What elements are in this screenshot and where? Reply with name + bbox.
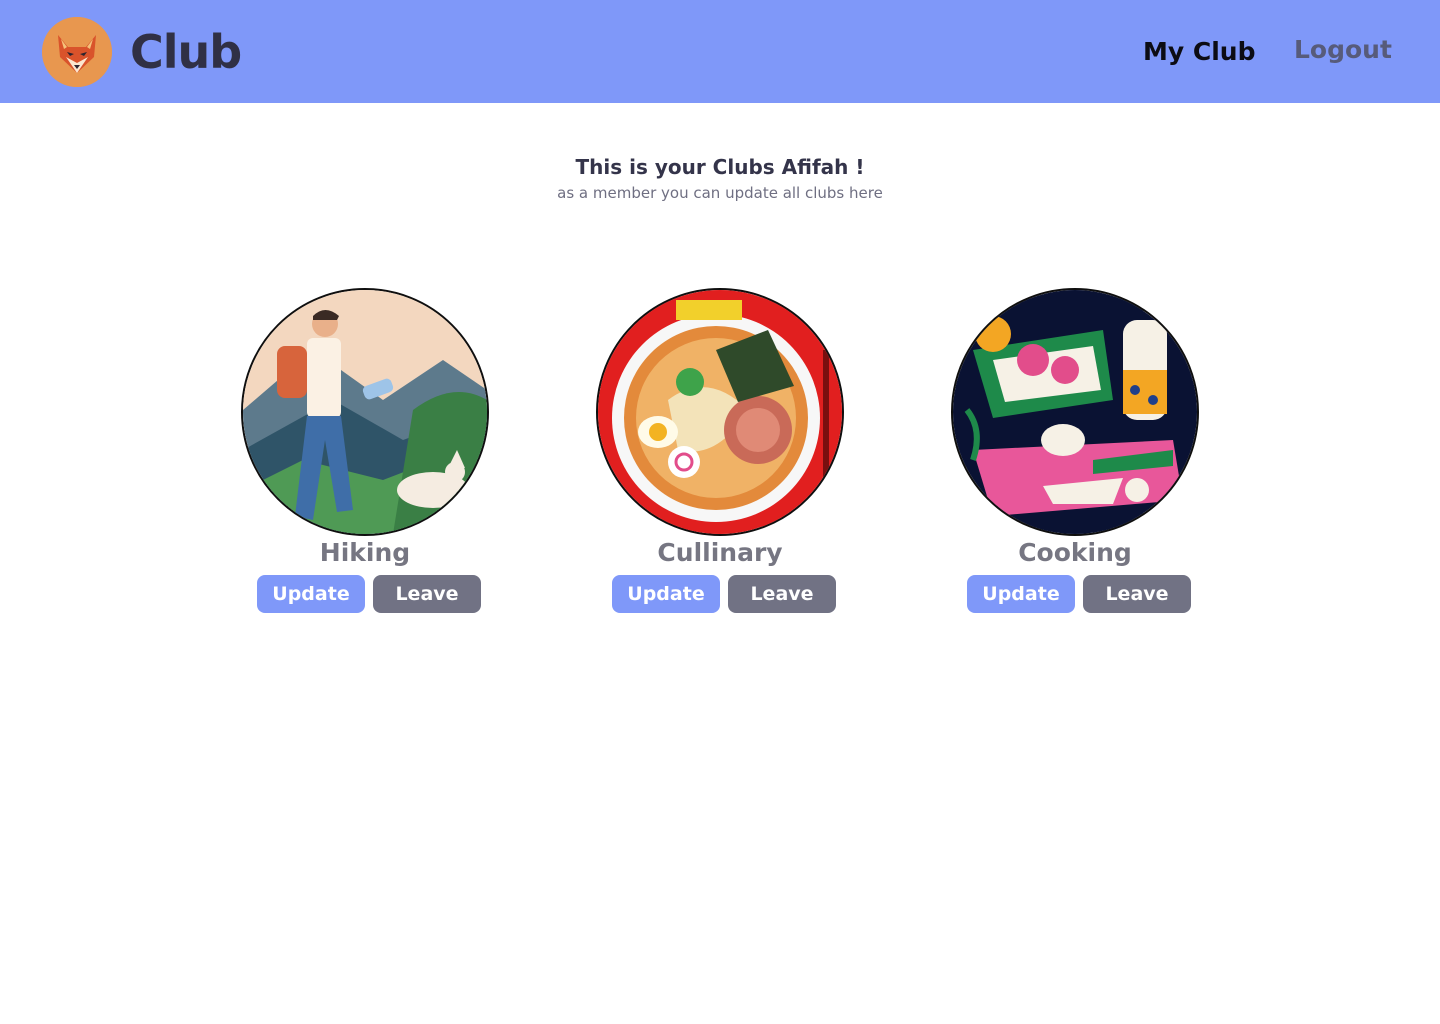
page-subtitle: as a member you can update all clubs her… — [557, 184, 883, 202]
club-name: Hiking — [319, 538, 411, 567]
hiking-illustration — [241, 288, 489, 536]
leave-button[interactable]: Leave — [1083, 575, 1191, 613]
nav-my-club-link[interactable]: My Club — [1143, 32, 1256, 72]
leave-button[interactable]: Leave — [373, 575, 481, 613]
update-button[interactable]: Update — [967, 575, 1075, 613]
navbar: Club My Club Logout — [0, 0, 1440, 103]
nav-logout-link[interactable]: Logout — [1294, 30, 1392, 70]
leave-button[interactable]: Leave — [728, 575, 836, 613]
update-button[interactable]: Update — [257, 575, 365, 613]
club-name: Cullinary — [657, 538, 783, 567]
club-name: Cooking — [1018, 538, 1132, 567]
ramen-bowl-illustration — [596, 288, 844, 536]
club-card-cullinary: Cullinary Update Leave — [596, 288, 844, 618]
page-title: This is your Clubs Afifah ! — [575, 155, 865, 179]
club-card-cooking: Cooking Update Leave — [951, 288, 1199, 618]
brand-name[interactable]: Club — [130, 22, 242, 82]
cooking-ingredients-illustration — [951, 288, 1199, 536]
update-button[interactable]: Update — [612, 575, 720, 613]
club-card-hiking: Hiking Update Leave — [241, 288, 489, 618]
fox-logo-icon[interactable] — [42, 17, 112, 87]
